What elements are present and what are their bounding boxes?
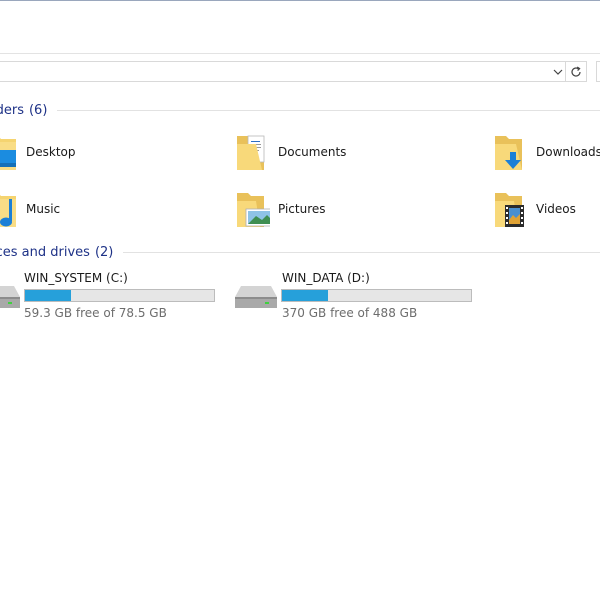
folder-label: Downloads xyxy=(536,145,600,159)
drive-free-space: 59.3 GB free of 78.5 GB xyxy=(24,306,167,320)
group-divider xyxy=(57,109,600,111)
downloads-folder-icon xyxy=(494,130,528,174)
folder-label: Videos xyxy=(536,202,576,216)
drive-d[interactable]: WIN_DATA (D:) 370 GB free of 488 GB xyxy=(235,271,475,320)
folders-group-title: lders xyxy=(0,102,24,118)
folders-group-count: (6) xyxy=(28,102,48,118)
folders-group-header[interactable]: lders (6) xyxy=(0,101,600,119)
hard-drive-icon xyxy=(0,283,22,311)
folder-label: Music xyxy=(26,202,61,216)
folder-videos[interactable]: Videos xyxy=(494,187,576,231)
drive-usage-fill xyxy=(25,290,72,301)
group-divider xyxy=(123,251,600,253)
folder-downloads[interactable]: Downloads xyxy=(494,130,600,174)
documents-folder-icon xyxy=(236,130,270,174)
folder-label: Pictures xyxy=(278,202,326,216)
folder-desktop[interactable]: Desktop xyxy=(0,130,76,174)
drive-usage-bar xyxy=(281,289,472,302)
drive-c[interactable]: WIN_SYSTEM (C:) 59.3 GB free of 78.5 GB xyxy=(0,271,218,320)
drives-group-count: (2) xyxy=(94,244,114,260)
folder-pictures[interactable]: Pictures xyxy=(236,187,326,231)
drives-group-header[interactable]: ices and drives (2) xyxy=(0,243,600,261)
drive-name: WIN_DATA (D:) xyxy=(282,271,370,285)
window-top-border xyxy=(0,0,600,1)
pictures-folder-icon xyxy=(236,187,275,231)
search-box[interactable] xyxy=(596,61,600,82)
folder-label: Desktop xyxy=(26,145,76,159)
videos-folder-icon xyxy=(494,187,528,231)
file-explorer-window: lders (6) Desktop D xyxy=(0,0,600,600)
hard-drive-icon xyxy=(235,283,279,311)
music-folder-icon xyxy=(0,187,18,231)
drive-usage-bar xyxy=(24,289,215,302)
folder-music[interactable]: Music xyxy=(0,187,60,231)
ribbon-separator xyxy=(0,53,600,54)
drive-usage-fill xyxy=(282,290,328,301)
folder-label: Documents xyxy=(278,145,347,159)
drive-name: WIN_SYSTEM (C:) xyxy=(24,271,128,285)
refresh-icon[interactable] xyxy=(565,62,586,81)
chevron-down-icon[interactable] xyxy=(550,62,566,81)
drives-group-title: ices and drives xyxy=(0,244,90,260)
desktop-folder-icon xyxy=(0,130,18,174)
address-bar[interactable] xyxy=(0,61,587,82)
drive-free-space: 370 GB free of 488 GB xyxy=(282,306,418,320)
folder-documents[interactable]: Documents xyxy=(236,130,346,174)
